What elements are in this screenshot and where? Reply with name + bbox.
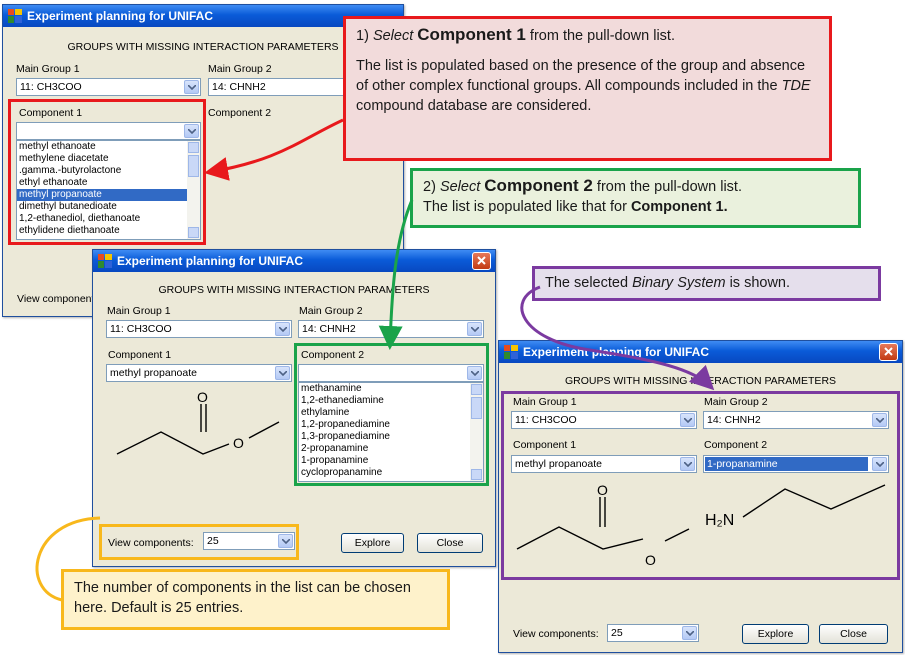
arrow-callout-4 [35, 516, 101, 602]
arrow-callout-1 [204, 118, 344, 181]
arrow-callout-3 [520, 285, 715, 391]
arrow-callout-2 [378, 199, 414, 350]
callout-connectors [35, 118, 715, 602]
